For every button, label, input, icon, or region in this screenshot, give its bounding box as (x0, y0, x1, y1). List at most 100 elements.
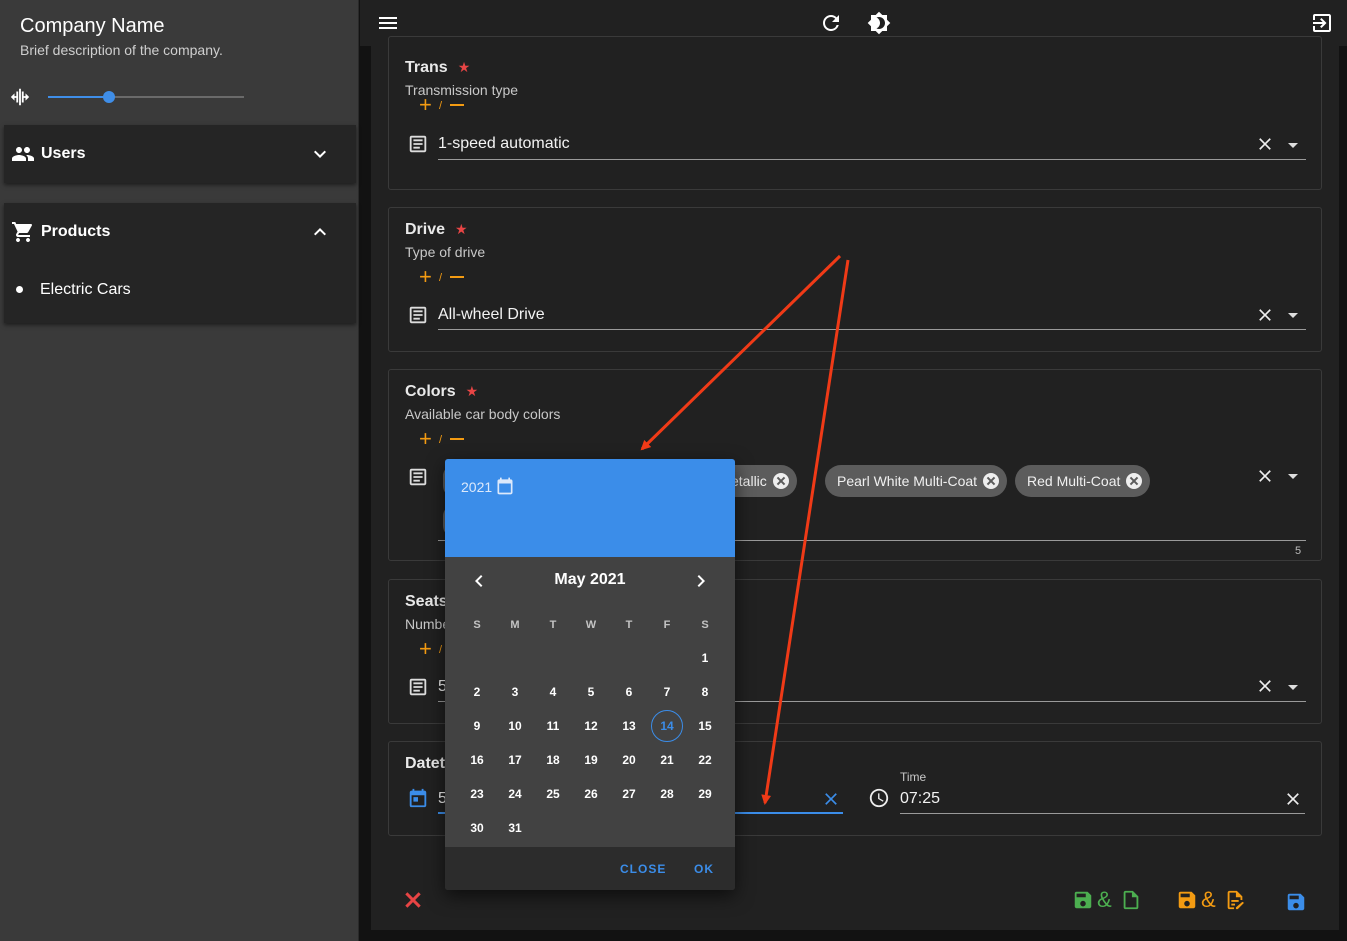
chip-label: etallic (731, 473, 767, 489)
calendar-day[interactable]: 7 (651, 676, 683, 708)
calendar-day[interactable]: 21 (651, 744, 683, 776)
calendar-day[interactable]: 18 (537, 744, 569, 776)
dropdown-arrow-icon[interactable] (1288, 313, 1298, 318)
year-selector[interactable]: 2021 (461, 479, 492, 495)
calendar-day[interactable]: 22 (689, 744, 721, 776)
calendar-day[interactable]: 15 (689, 710, 721, 742)
calendar-day[interactable]: 2 (461, 676, 493, 708)
save-and-new-button[interactable]: & (1072, 887, 1142, 913)
calendar-day[interactable]: 31 (499, 812, 531, 844)
calendar-day[interactable]: 25 (537, 778, 569, 810)
brightness-icon[interactable] (867, 11, 891, 35)
save-icon[interactable] (1285, 889, 1307, 915)
slash-separator: / (439, 644, 443, 656)
nav-label-users: Users (41, 145, 86, 162)
ampersand-icon: & (1097, 887, 1112, 912)
slider-thumb[interactable] (102, 91, 115, 103)
calendar-day[interactable]: 17 (499, 744, 531, 776)
clear-icon[interactable] (1255, 466, 1275, 486)
trans-value: 1-speed automatic (438, 135, 570, 152)
color-chip[interactable]: Pearl White Multi-Coat (825, 465, 1008, 497)
calendar-day[interactable]: 4 (537, 676, 569, 708)
refresh-icon[interactable] (819, 11, 843, 35)
calendar-day[interactable]: 8 (689, 676, 721, 708)
time-input[interactable]: 07:25 (900, 786, 1305, 814)
slider-fill (48, 96, 109, 98)
color-chip[interactable]: Red Multi-Coat (1015, 465, 1151, 497)
calendar-day-selected[interactable]: 14 (651, 710, 683, 742)
calendar-day[interactable]: 3 (499, 676, 531, 708)
clear-date-icon[interactable] (821, 789, 841, 809)
chip-remove-icon[interactable] (772, 473, 789, 489)
calendar-day[interactable]: 6 (613, 676, 645, 708)
nav-item-electric-cars[interactable]: Electric Cars (4, 261, 356, 323)
chevron-right-icon[interactable] (689, 569, 713, 593)
calendar-day[interactable]: 9 (461, 710, 493, 742)
cancel-icon[interactable] (401, 887, 425, 913)
dropdown-arrow-icon[interactable] (1288, 474, 1298, 479)
calendar-day[interactable]: 13 (613, 710, 645, 742)
plus-icon[interactable]: + (419, 94, 432, 116)
add-remove-toggle[interactable]: + / (419, 94, 469, 116)
plus-icon[interactable]: + (419, 266, 432, 288)
plus-icon[interactable]: + (419, 428, 432, 450)
calendar-day[interactable]: 1 (689, 642, 721, 674)
calendar-icon[interactable] (495, 476, 515, 496)
clear-icon[interactable] (1255, 305, 1275, 325)
minus-icon[interactable] (450, 276, 464, 278)
chip-label: Pearl White Multi-Coat (837, 473, 978, 489)
calendar-day[interactable]: 10 (499, 710, 531, 742)
time-label: Time (900, 770, 927, 784)
calendar-day[interactable]: 24 (499, 778, 531, 810)
clear-icon[interactable] (1255, 676, 1275, 696)
calendar-day[interactable]: 26 (575, 778, 607, 810)
calendar-day[interactable]: 23 (461, 778, 493, 810)
ok-button[interactable]: OK (694, 862, 714, 876)
calendar-day[interactable]: 28 (651, 778, 683, 810)
drive-select[interactable]: All-wheel Drive (438, 302, 1306, 330)
field-description: Type of drive (405, 244, 486, 260)
add-remove-toggle[interactable]: + / (419, 428, 469, 450)
selection-count: 5 (1295, 545, 1302, 557)
logout-icon[interactable] (1310, 11, 1334, 35)
menu-icon[interactable] (376, 11, 400, 35)
calendar-day[interactable]: 12 (575, 710, 607, 742)
weekday-header: T (625, 619, 633, 631)
cart-icon (12, 222, 33, 242)
company-name: Company Name (20, 15, 165, 37)
minus-icon[interactable] (450, 104, 464, 106)
calendar-day[interactable]: 11 (537, 710, 569, 742)
plus-icon[interactable]: + (419, 638, 432, 660)
calendar-day[interactable]: 16 (461, 744, 493, 776)
sidebar-width-slider[interactable] (48, 88, 244, 106)
save-and-edit-button[interactable]: & (1176, 887, 1248, 913)
chip-remove-icon[interactable] (1126, 473, 1143, 489)
list-icon (409, 468, 427, 486)
clear-icon[interactable] (1255, 134, 1275, 154)
close-button[interactable]: CLOSE (620, 862, 666, 876)
clock-icon (869, 788, 889, 808)
add-remove-toggle[interactable]: + / (419, 266, 469, 288)
calendar-day[interactable]: 29 (689, 778, 721, 810)
field-trans: Trans ★ Transmission type + / 1-speed aut… (388, 36, 1322, 190)
trans-select[interactable]: 1-speed automatic (438, 131, 1306, 160)
time-value: 07:25 (900, 790, 941, 807)
dropdown-arrow-icon[interactable] (1288, 143, 1298, 148)
calendar-day[interactable]: 20 (613, 744, 645, 776)
required-star-icon: ★ (455, 221, 468, 237)
chip-remove-icon[interactable] (983, 473, 1000, 489)
date-picker-header: 2021 (445, 459, 735, 557)
clear-time-icon[interactable] (1283, 789, 1303, 809)
calendar-day[interactable]: 19 (575, 744, 607, 776)
calendar-day[interactable]: 27 (613, 778, 645, 810)
dropdown-arrow-icon[interactable] (1288, 685, 1298, 690)
calendar-day[interactable]: 30 (461, 812, 493, 844)
nav-header-users[interactable]: Users (4, 125, 356, 183)
calendar-day[interactable]: 5 (575, 676, 607, 708)
minus-icon[interactable] (450, 438, 464, 440)
nav-item-label: Electric Cars (40, 281, 131, 298)
nav-label-products: Products (41, 223, 111, 240)
slash-separator: / (439, 272, 443, 284)
weekday-header: M (510, 619, 520, 631)
nav-header-products[interactable]: Products (4, 203, 356, 261)
